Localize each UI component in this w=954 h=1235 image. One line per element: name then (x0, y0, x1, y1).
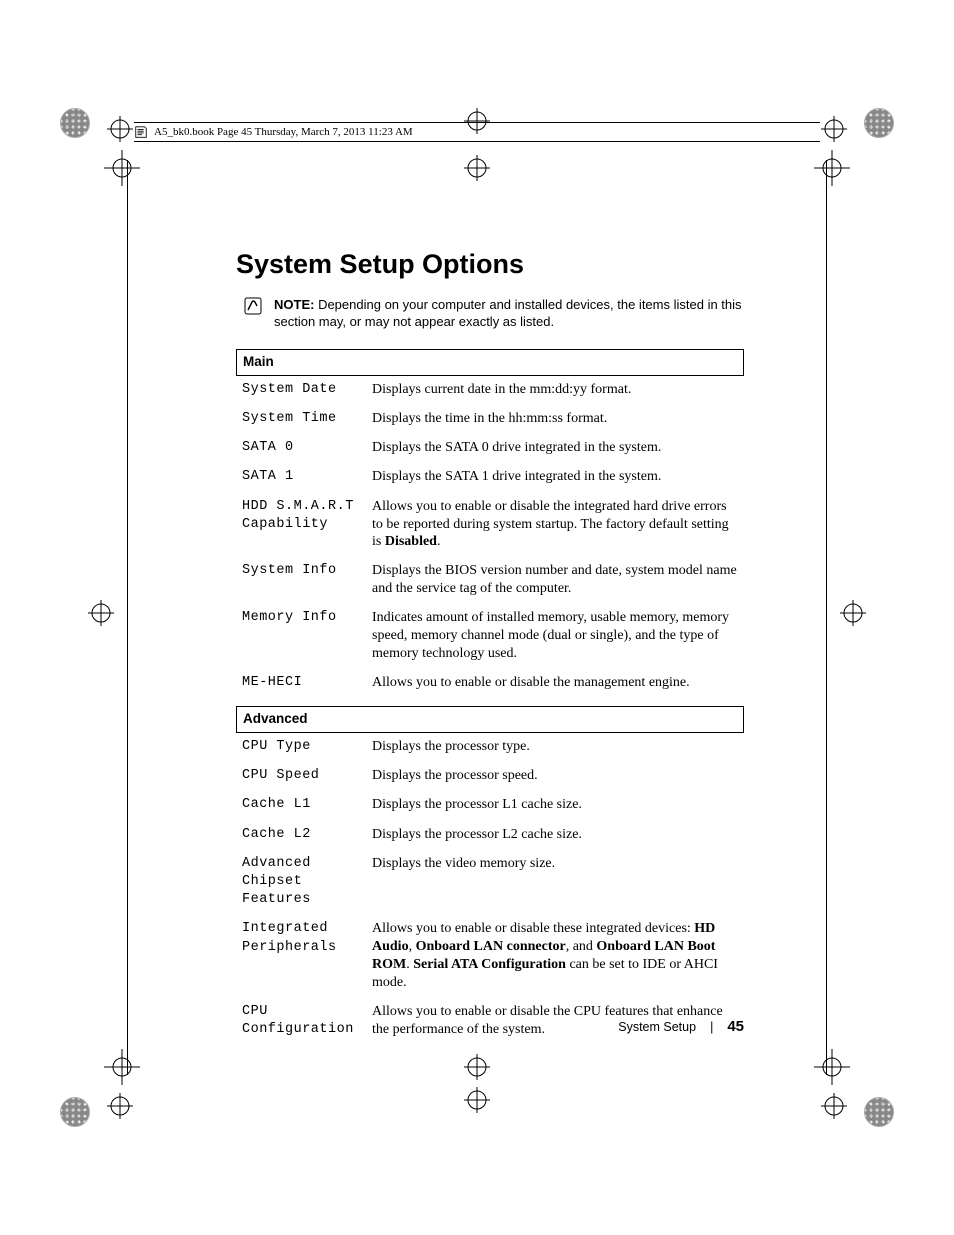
section-advanced: Advanced (236, 706, 744, 733)
table-row: System DateDisplays current date in the … (236, 376, 744, 405)
note-block: NOTE: Depending on your computer and ins… (236, 296, 744, 331)
setting-value: Displays the processor speed. (366, 762, 744, 791)
setting-value: Allows you to enable or disable the inte… (366, 493, 744, 558)
trim-line (826, 160, 827, 1075)
setting-value: Displays the processor L1 cache size. (366, 791, 744, 820)
setting-key: System Time (236, 405, 366, 434)
setting-value: Displays the time in the hh:mm:ss format… (366, 405, 744, 434)
setting-key: System Info (236, 557, 366, 604)
running-header: A5_bk0.book Page 45 Thursday, March 7, 2… (134, 122, 820, 142)
register-mark-icon (464, 1054, 490, 1080)
section-main: Main (236, 349, 744, 376)
section-header: Advanced (237, 707, 743, 733)
setting-key: Advanced Chipset Features (236, 850, 366, 916)
setting-key: ME-HECI (236, 669, 366, 698)
register-mark-icon (464, 155, 490, 181)
halftone-mark-icon (864, 1097, 894, 1127)
register-mark-icon (821, 1093, 847, 1119)
book-icon (134, 125, 148, 139)
setting-value: Allows you to enable or disable these in… (366, 915, 744, 998)
table-row: Memory InfoIndicates amount of installed… (236, 604, 744, 669)
table-row: CPU SpeedDisplays the processor speed. (236, 762, 744, 791)
halftone-mark-icon (864, 108, 894, 138)
register-mark-icon (88, 600, 114, 626)
setting-value: Allows you to enable or disable the mana… (366, 669, 744, 698)
register-mark-icon (107, 1093, 133, 1119)
setting-key: CPU Type (236, 733, 366, 762)
table-row: System InfoDisplays the BIOS version num… (236, 557, 744, 604)
note-text: Depending on your computer and installed… (274, 297, 742, 330)
halftone-mark-icon (60, 1097, 90, 1127)
setting-key: Cache L2 (236, 821, 366, 850)
table-row: System TimeDisplays the time in the hh:m… (236, 405, 744, 434)
setting-value: Displays the SATA 1 drive integrated in … (366, 463, 744, 492)
settings-table: System DateDisplays current date in the … (236, 376, 744, 698)
page-footer: System Setup | 45 (236, 1018, 744, 1035)
halftone-mark-icon (60, 108, 90, 138)
setting-key: Memory Info (236, 604, 366, 669)
setting-key: Integrated Peripherals (236, 915, 366, 998)
settings-table: CPU TypeDisplays the processor type.CPU … (236, 733, 744, 1046)
table-row: HDD S.M.A.R.T CapabilityAllows you to en… (236, 493, 744, 558)
setting-value: Displays the processor type. (366, 733, 744, 762)
register-mark-icon (464, 1087, 490, 1113)
crop-mark-icon (104, 150, 152, 198)
table-row: Advanced Chipset FeaturesDisplays the vi… (236, 850, 744, 916)
table-row: SATA 1Displays the SATA 1 drive integrat… (236, 463, 744, 492)
setting-value: Indicates amount of installed memory, us… (366, 604, 744, 669)
setting-value: Displays the processor L2 cache size. (366, 821, 744, 850)
footer-section: System Setup (618, 1020, 696, 1034)
note-label: NOTE: (274, 297, 314, 312)
setting-key: HDD S.M.A.R.T Capability (236, 493, 366, 558)
setting-key: CPU Speed (236, 762, 366, 791)
footer-separator: | (710, 1020, 713, 1034)
setting-key: Cache L1 (236, 791, 366, 820)
running-header-text: A5_bk0.book Page 45 Thursday, March 7, 2… (154, 126, 413, 138)
crop-mark-icon (802, 1037, 850, 1085)
setting-key: SATA 1 (236, 463, 366, 492)
section-header: Main (237, 350, 743, 376)
crop-mark-icon (104, 1037, 152, 1085)
footer-page-number: 45 (727, 1018, 744, 1035)
setting-value: Displays the SATA 0 drive integrated in … (366, 434, 744, 463)
register-mark-icon (821, 116, 847, 142)
register-mark-icon (840, 600, 866, 626)
setting-key: System Date (236, 376, 366, 405)
setting-value: Displays current date in the mm:dd:yy fo… (366, 376, 744, 405)
table-row: ME-HECIAllows you to enable or disable t… (236, 669, 744, 698)
table-row: Cache L2Displays the processor L2 cache … (236, 821, 744, 850)
table-row: SATA 0Displays the SATA 0 drive integrat… (236, 434, 744, 463)
page-title: System Setup Options (236, 248, 744, 282)
table-row: CPU TypeDisplays the processor type. (236, 733, 744, 762)
note-icon (244, 297, 262, 315)
setting-value: Displays the video memory size. (366, 850, 744, 916)
crop-mark-icon (802, 150, 850, 198)
page-content: System Setup Options NOTE: Depending on … (236, 248, 744, 1046)
table-row: Integrated PeripheralsAllows you to enab… (236, 915, 744, 998)
trim-line (127, 160, 128, 1075)
setting-value: Displays the BIOS version number and dat… (366, 557, 744, 604)
table-row: Cache L1Displays the processor L1 cache … (236, 791, 744, 820)
setting-key: SATA 0 (236, 434, 366, 463)
register-mark-icon (107, 116, 133, 142)
